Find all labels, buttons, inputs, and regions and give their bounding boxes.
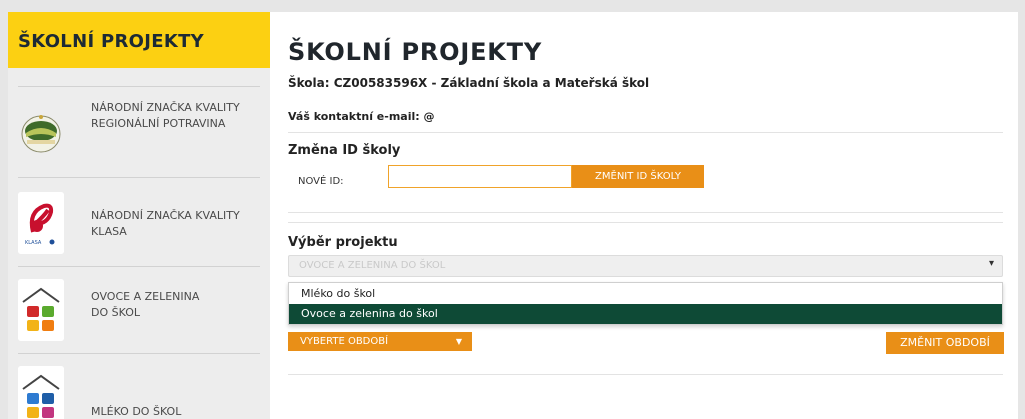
project-dropdown: Mléko do škol Ovoce a zelenina do škol (288, 282, 1003, 325)
sidebar-item-klasa[interactable]: KLASA NÁRODNÍ ZNAČKA KVALITY KLASA (8, 178, 270, 266)
caret-down-icon: ▼ (455, 337, 462, 346)
sidebar-item-label: OVOCE A ZELENINA DO ŠKOL (91, 290, 200, 319)
divider (288, 132, 1003, 133)
select-period-button[interactable]: VYBERTE OBDOBÍ ▼ (288, 332, 472, 351)
new-id-label: NOVÉ ID: (298, 176, 344, 187)
sidebar-item-milk[interactable]: MLÉKO DO ŠKOL (8, 354, 270, 419)
select-period-label: VYBERTE OBDOBÍ (300, 336, 389, 347)
sidebar: ŠKOLNÍ PROJEKTY NÁRODNÍ ZNAČKA KVALITY R… (8, 12, 270, 419)
sidebar-item-regional-food[interactable]: NÁRODNÍ ZNAČKA KVALITY REGIONÁLNÍ POTRAV… (8, 87, 270, 177)
sidebar-item-fruit-vegetables[interactable]: OVOCE A ZELENINA DO ŠKOL (8, 267, 270, 353)
project-option-selected[interactable]: Ovoce a zelenina do škol (289, 304, 1002, 324)
divider (288, 212, 1003, 213)
change-id-button[interactable]: ZMĚNIT ID ŠKOLY (572, 165, 704, 188)
page: ŠKOLNÍ PROJEKTY NÁRODNÍ ZNAČKA KVALITY R… (0, 0, 1025, 419)
divider (288, 374, 1003, 375)
divider (288, 222, 1003, 223)
sidebar-item-label: MLÉKO DO ŠKOL (91, 405, 182, 418)
fruit-vegetables-school-icon (18, 279, 64, 341)
new-id-input[interactable] (388, 165, 572, 188)
sidebar-item-label: NÁRODNÍ ZNAČKA KVALITY REGIONÁLNÍ POTRAV… (91, 101, 240, 130)
main-panel: ŠKOLNÍ PROJEKTY Škola: CZ00583596X - Zák… (270, 12, 1018, 419)
sidebar-title: ŠKOLNÍ PROJEKTY (18, 31, 205, 52)
change-period-button[interactable]: ZMĚNIT OBDOBÍ (886, 332, 1004, 354)
project-option[interactable]: Mléko do škol (289, 284, 1002, 304)
klasa-logo-icon: KLASA (18, 192, 64, 254)
project-select[interactable]: OVOCE A ZELENINA DO ŠKOL ▾ (288, 255, 1003, 277)
chevron-down-icon: ▾ (988, 258, 994, 269)
school-info: Škola: CZ00583596X - Základní škola a Ma… (288, 76, 650, 90)
page-title: ŠKOLNÍ PROJEKTY (288, 38, 543, 66)
sidebar-header[interactable]: ŠKOLNÍ PROJEKTY (8, 12, 270, 68)
project-heading: Výběr projektu (288, 235, 398, 250)
svg-text:KLASA: KLASA (25, 240, 42, 246)
milk-school-icon (18, 366, 64, 419)
regional-food-logo-icon (18, 101, 64, 163)
contact-email: Váš kontaktní e-mail: @ (288, 110, 435, 123)
sidebar-item-label: NÁRODNÍ ZNAČKA KVALITY KLASA (91, 209, 240, 238)
project-select-value: OVOCE A ZELENINA DO ŠKOL (299, 260, 446, 271)
change-id-heading: Změna ID školy (288, 143, 401, 158)
